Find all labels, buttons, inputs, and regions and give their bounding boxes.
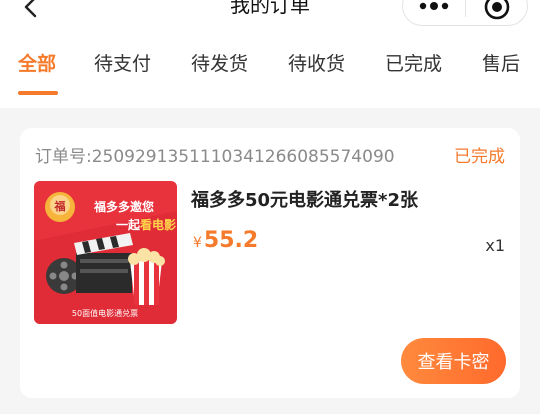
tab-pending-payment[interactable]: 待支付	[94, 48, 151, 84]
order-tabs: 全部 待支付 待发货 待收货 已完成 售后	[0, 48, 540, 96]
nav-bar: 我的订单	[0, 0, 540, 26]
tab-completed[interactable]: 已完成	[385, 48, 442, 84]
product-name[interactable]: 福多多50元电影通兑票*2张	[191, 186, 418, 212]
tab-pending-receipt[interactable]: 待收货	[288, 48, 345, 84]
thumbnail-line2-highlight: 看电影	[140, 217, 176, 232]
close-mini-program-icon[interactable]	[483, 0, 511, 21]
product-thumbnail[interactable]: 福 福多多邀您 一起看电影 50面值电影通兑票	[34, 181, 177, 324]
currency-symbol: ¥	[193, 235, 202, 251]
order-card[interactable]: 订单号:2509291351110341266085574090 已完成 福 福…	[20, 128, 520, 398]
mini-program-capsule	[402, 0, 528, 26]
thumbnail-line1: 福多多邀您	[93, 199, 154, 214]
capsule-divider	[465, 0, 466, 17]
svg-text:一起看电影: 一起看电影	[116, 217, 176, 232]
product-quantity: x1	[485, 236, 505, 255]
active-tab-indicator	[18, 91, 58, 95]
order-number: 订单号:2509291351110341266085574090	[35, 147, 395, 167]
tab-pending-shipment[interactable]: 待发货	[191, 48, 248, 84]
product-price: ¥55.2	[193, 228, 258, 253]
movie-ticket-image: 福 福多多邀您 一起看电影 50面值电影通兑票	[34, 181, 177, 324]
order-status: 已完成	[454, 147, 505, 167]
view-card-code-button[interactable]: 查看卡密	[401, 338, 506, 384]
tab-after-sales[interactable]: 售后	[482, 48, 520, 84]
price-value: 55.2	[203, 228, 259, 253]
page-header: 我的订单 全部 待支付 待发货 待收货 已完成 售后	[0, 0, 540, 108]
thumbnail-footer: 50面值电影通兑票	[72, 308, 138, 318]
mascot-badge: 福	[54, 199, 66, 213]
tab-all[interactable]: 全部	[18, 48, 56, 84]
thumbnail-line2-prefix: 一起	[116, 217, 141, 232]
more-icon[interactable]	[419, 1, 449, 11]
